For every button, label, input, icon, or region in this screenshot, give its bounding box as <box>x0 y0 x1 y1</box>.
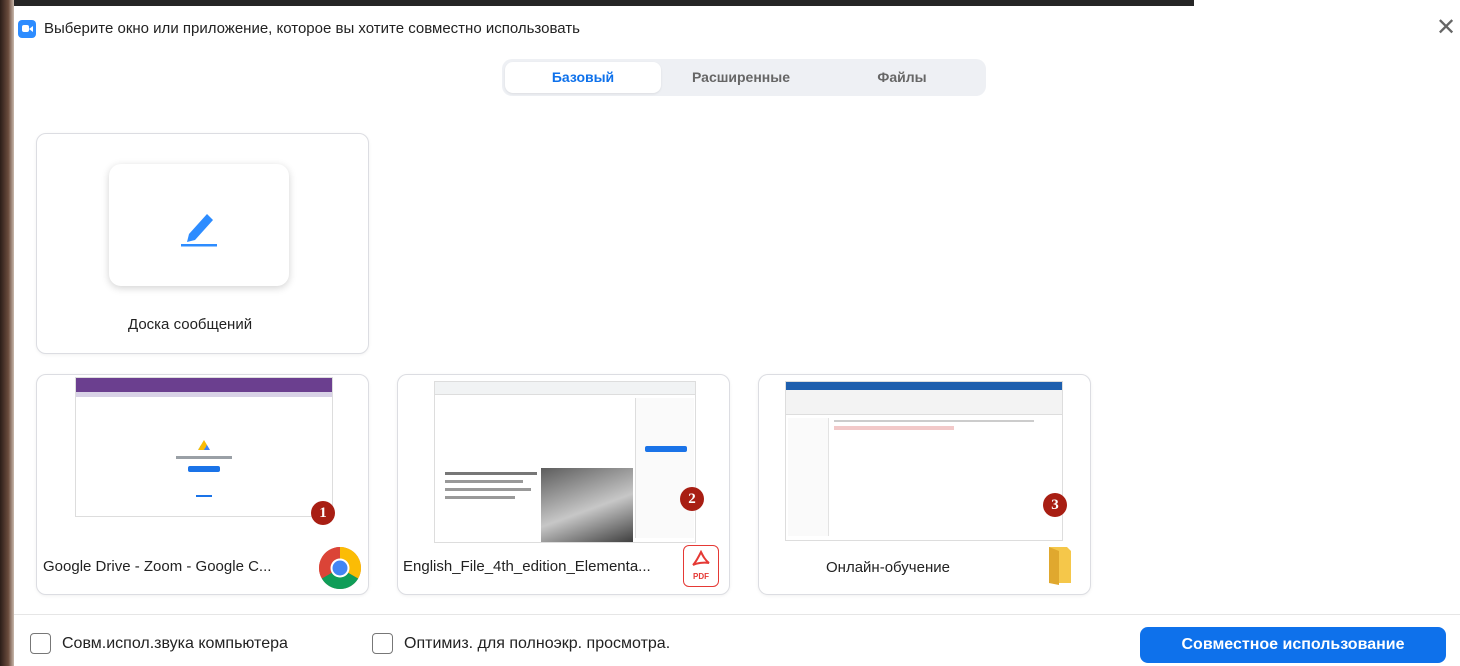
annotation-badge: 1 <box>311 501 335 525</box>
thumb-titlebar <box>435 382 695 395</box>
annotation-badge: 3 <box>1043 493 1067 517</box>
thumb-button <box>188 466 220 472</box>
window-card-folder[interactable]: 3 Онлайн-обучение <box>758 374 1091 595</box>
pencil-icon <box>181 214 217 247</box>
annotation-badge: 2 <box>680 487 704 511</box>
window-title: Выберите окно или приложение, которое вы… <box>44 20 580 37</box>
whiteboard-label: Доска сообщений <box>128 316 253 333</box>
chrome-icon <box>318 547 362 590</box>
thumb-header <box>834 420 1034 422</box>
window-thumbnail <box>75 377 333 517</box>
thumb-ribbon <box>786 390 1062 415</box>
zoom-app-icon <box>18 20 36 38</box>
background-edge <box>0 0 14 666</box>
browser-toolbar <box>76 378 332 392</box>
window-label: Онлайн-обучение <box>826 559 950 576</box>
pdf-icon-text: PDF <box>693 572 709 581</box>
tab-files[interactable]: Файлы <box>822 62 982 93</box>
window-thumbnail <box>785 381 1063 541</box>
whiteboard-card[interactable]: Доска сообщений <box>36 133 369 354</box>
thumb-photo <box>541 468 633 542</box>
thumb-text <box>445 488 531 491</box>
window-label: Google Drive - Zoom - Google C... <box>43 558 272 575</box>
pdf-icon: PDF <box>683 545 719 587</box>
share-sound-checkbox[interactable] <box>30 633 51 654</box>
browser-tabs-strip <box>76 392 332 397</box>
title-bar: Выберите окно или приложение, которое вы… <box>14 0 1460 62</box>
drive-logo <box>198 440 210 450</box>
thumb-button <box>645 446 687 452</box>
thumb-text <box>445 480 523 483</box>
thumb-titlebar <box>786 382 1062 390</box>
optimize-fullscreen-label: Оптимиз. для полноэкр. просмотра. <box>404 635 671 652</box>
window-label: English_File_4th_edition_Elementa... <box>403 558 651 575</box>
thumb-text <box>445 496 515 499</box>
share-sound-label: Совм.испол.звука компьютера <box>62 635 288 652</box>
thumb-text <box>176 456 232 459</box>
window-thumbnail <box>434 381 696 543</box>
window-card-pdf[interactable]: 2 English_File_4th_edition_Elementa... P… <box>397 374 730 595</box>
thumb-sidepanel <box>635 398 694 538</box>
share-button[interactable]: Совместное использование <box>1140 627 1446 663</box>
thumb-navpane <box>788 418 829 536</box>
footer-divider <box>14 614 1460 615</box>
thumb-link <box>196 495 212 497</box>
tab-advanced[interactable]: Расширенные <box>666 62 816 93</box>
tab-basic[interactable]: Базовый <box>505 62 661 93</box>
thumb-text <box>445 472 537 475</box>
window-card-chrome[interactable]: 1 Google Drive - Zoom - Google C... <box>36 374 369 595</box>
optimize-fullscreen-checkbox[interactable] <box>372 633 393 654</box>
acrobat-glyph <box>692 550 710 566</box>
folder-icon <box>1049 547 1071 585</box>
whiteboard-tile <box>109 164 289 286</box>
thumb-row <box>834 426 954 430</box>
close-icon[interactable]: ✕ <box>1432 14 1460 42</box>
tab-bar: Базовый Расширенные Файлы <box>502 59 986 96</box>
